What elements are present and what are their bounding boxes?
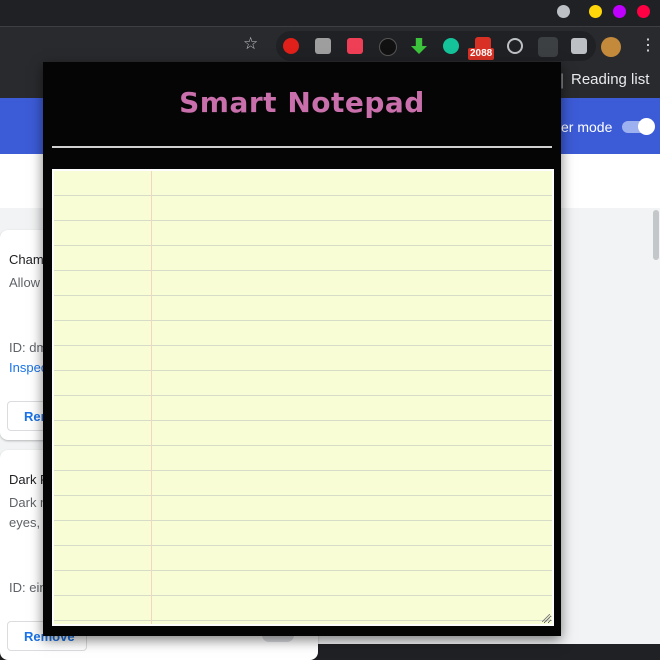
- title-divider: [52, 146, 552, 148]
- gauge-icon[interactable]: [507, 38, 523, 54]
- extension-id: ID: ein: [9, 580, 47, 595]
- grammarly-icon[interactable]: [443, 38, 459, 54]
- inspect-views-link[interactable]: Inspec: [9, 360, 47, 375]
- minimize-button[interactable]: [589, 5, 602, 18]
- reading-list-button[interactable]: Reading list: [571, 71, 649, 88]
- notepad-textarea[interactable]: [52, 169, 554, 626]
- close-button[interactable]: [637, 5, 650, 18]
- adblock-icon[interactable]: [283, 38, 299, 54]
- extension-description: Allow: [9, 275, 41, 290]
- toggle-knob[interactable]: [638, 118, 655, 135]
- avatar[interactable]: [601, 37, 621, 57]
- notepad-ext-icon[interactable]: [538, 37, 558, 57]
- mail-badge: 2088: [468, 48, 495, 60]
- puzzle-icon[interactable]: [571, 38, 587, 54]
- extension-id: ID: dm: [9, 340, 48, 355]
- maximize-button[interactable]: [613, 5, 626, 18]
- extension-name: Cham: [9, 252, 44, 267]
- page-scrollbar[interactable]: [652, 208, 660, 644]
- touch-icon[interactable]: [315, 38, 331, 54]
- star-icon[interactable]: ☆: [243, 34, 258, 54]
- margin-line: [151, 171, 152, 624]
- cookie-icon[interactable]: [379, 38, 397, 56]
- pocket-icon[interactable]: [347, 38, 363, 54]
- developer-mode-label: er mode: [561, 119, 613, 135]
- smart-notepad-popup: Smart Notepad: [43, 62, 561, 636]
- tab-search-button[interactable]: [557, 5, 570, 18]
- resize-grip-icon[interactable]: [542, 614, 550, 622]
- kebab-menu-icon[interactable]: ⋮: [640, 37, 656, 55]
- scrollbar-thumb[interactable]: [653, 210, 659, 260]
- popup-title: Smart Notepad: [179, 86, 425, 119]
